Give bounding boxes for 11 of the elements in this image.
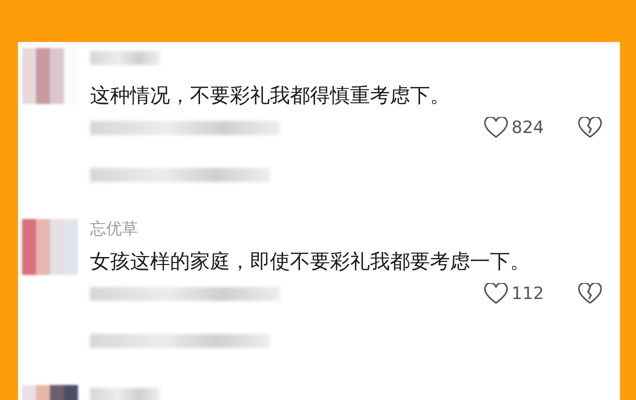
like-icon[interactable] — [484, 117, 508, 139]
comment-text: 女孩这样的家庭，即使不要彩礼我都要考虑一下。 — [90, 249, 530, 273]
broken-heart-icon[interactable] — [578, 283, 602, 305]
blurred-avatar — [22, 219, 78, 275]
username: 忘优草 — [90, 219, 138, 238]
like-count: 112 — [512, 284, 544, 304]
broken-heart-icon[interactable] — [578, 117, 602, 139]
blurred-avatar — [22, 48, 78, 104]
like-count: 824 — [512, 118, 544, 138]
like-icon[interactable] — [484, 283, 508, 305]
comment-text: 这种情况，不要彩礼我都得慎重考虑下。 — [90, 83, 450, 107]
